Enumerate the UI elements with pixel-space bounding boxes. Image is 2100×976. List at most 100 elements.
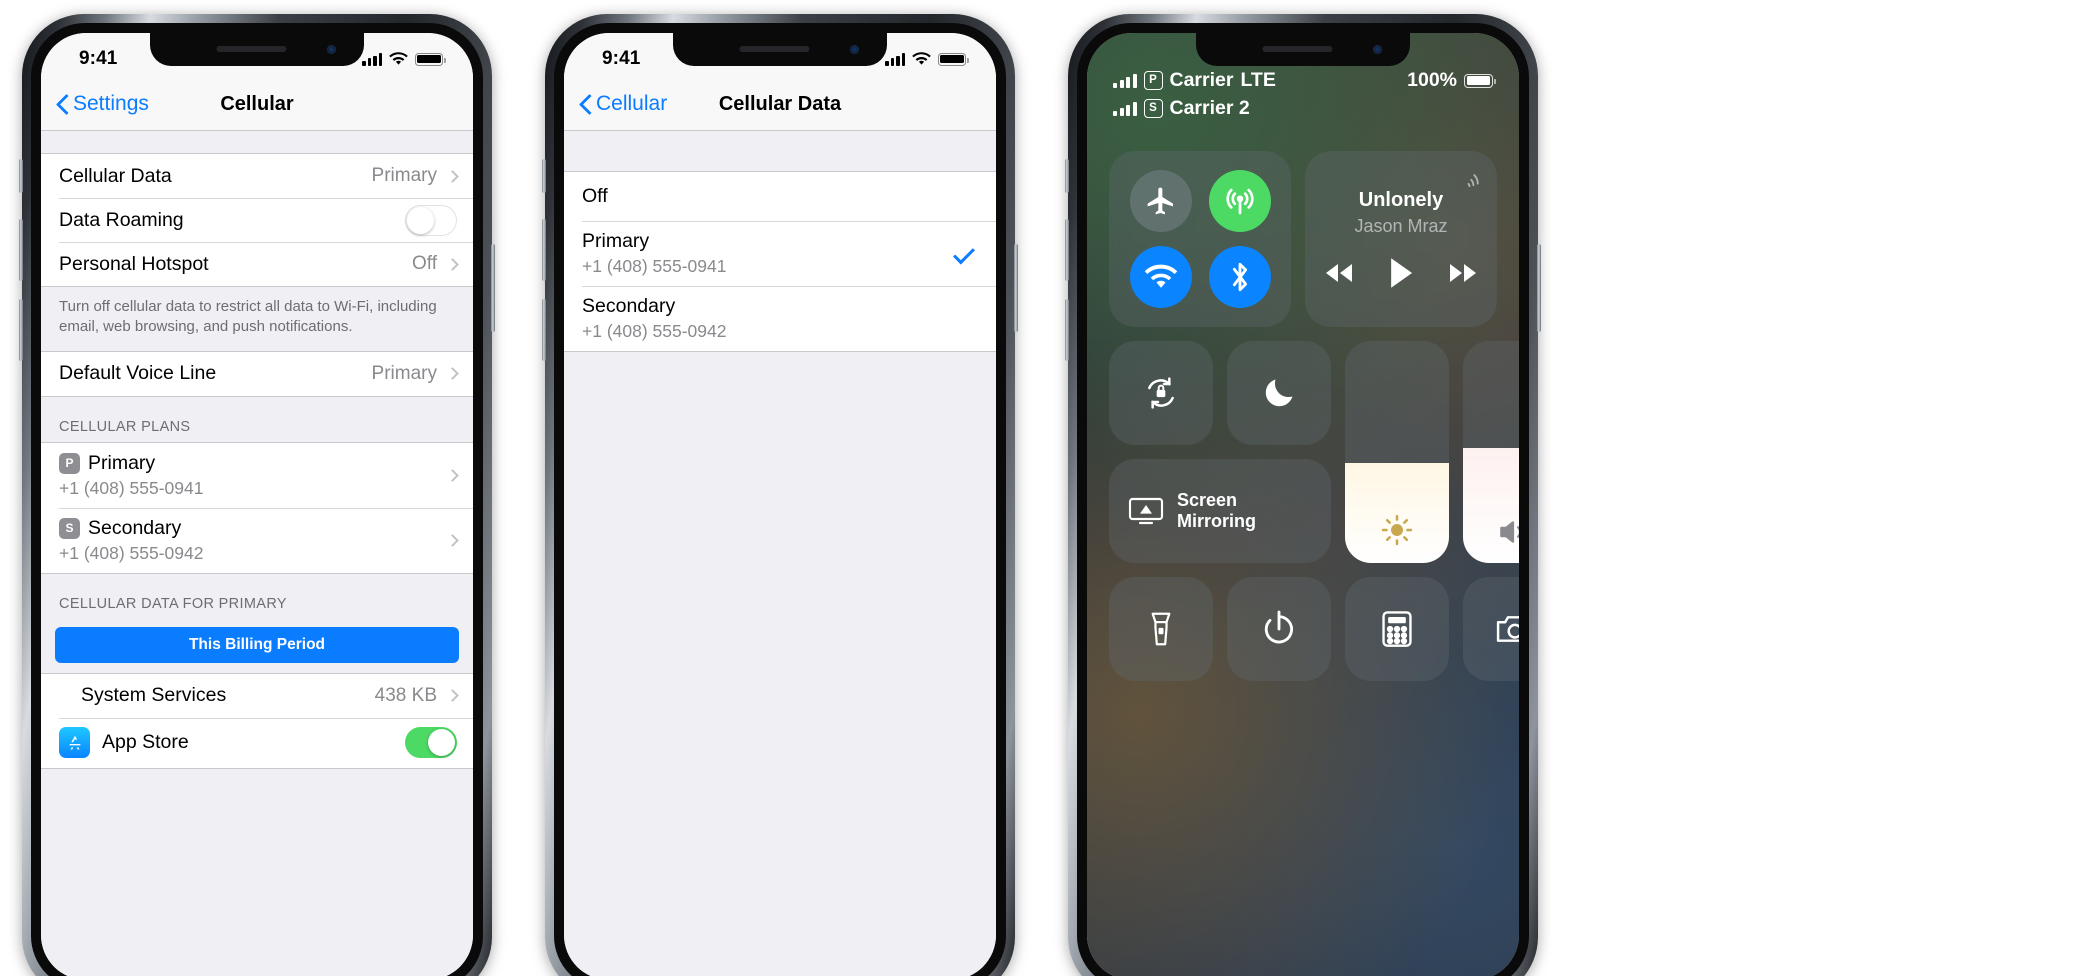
phone-bezel: 9:41 Cellular Cellular Data Off Primary … [554, 23, 1006, 976]
row-data-roaming[interactable]: Data Roaming [41, 198, 473, 242]
phone-control-center: P Carrier LTE S Carrier 2 100% Unlonely … [1065, 14, 1541, 976]
airplane-mode-icon[interactable] [1129, 170, 1192, 232]
mirroring-line-2: Mirroring [1177, 511, 1256, 531]
controls-left-column: Screen Mirroring [1109, 341, 1331, 563]
calculator-icon[interactable] [1345, 577, 1449, 681]
play-icon[interactable] [1387, 257, 1415, 289]
control-center-rows-2-3: Screen Mirroring [1109, 341, 1519, 563]
rotation-lock-icon[interactable] [1109, 341, 1213, 445]
now-playing-tile[interactable]: Unlonely Jason Mraz [1305, 151, 1497, 327]
plan-label: Primary [88, 451, 156, 474]
screen-control-center: P Carrier LTE S Carrier 2 100% Unlonely … [1087, 33, 1519, 976]
row-personal-hotspot[interactable]: Personal Hotspot Off [41, 242, 473, 286]
plan-name-row: S Secondary [59, 517, 204, 540]
group-default-voice-line: Default Voice Line Primary [41, 350, 473, 397]
group-data-options: Cellular Data Primary Data Roaming Perso… [41, 153, 473, 287]
carrier-line-primary: P Carrier LTE [1113, 69, 1276, 92]
chevron-right-icon [446, 257, 459, 271]
carrier-network: LTE [1240, 69, 1276, 91]
row-label: Personal Hotspot [59, 252, 209, 275]
settings-list[interactable]: Cellular Data Primary Data Roaming Perso… [41, 131, 473, 976]
control-center-grid: Unlonely Jason Mraz Screen Mirroring [1109, 151, 1519, 960]
battery-full-icon [1464, 73, 1496, 88]
app-store-icon [59, 727, 90, 759]
sim-badge-secondary-icon: S [59, 517, 80, 539]
option-label: Secondary [582, 295, 676, 317]
row-label: App Store [102, 731, 189, 754]
control-center-row-1: Unlonely Jason Mraz [1109, 151, 1497, 327]
group-data-line-options: Off Primary +1 (408) 555-0941 Secondary … [564, 171, 996, 352]
back-button-label: Settings [73, 92, 149, 115]
fast-forward-icon[interactable] [1443, 260, 1483, 286]
status-bar: 9:41 [41, 33, 473, 79]
control-center-status-bar: P Carrier LTE S Carrier 2 100% [1087, 69, 1519, 120]
back-button-settings[interactable]: Settings [57, 92, 149, 116]
cellular-data-icon[interactable] [1208, 170, 1271, 232]
group-data-usage: System Services 438 KB App Store [41, 672, 473, 769]
row-label: System Services [81, 684, 227, 707]
row-cellular-data[interactable]: Cellular Data Primary [41, 154, 473, 198]
option-row-primary[interactable]: Primary +1 (408) 555-0941 [564, 221, 996, 286]
chevron-left-icon [580, 94, 592, 115]
app-store-toggle[interactable] [405, 727, 457, 759]
flashlight-icon[interactable] [1109, 577, 1213, 681]
phone-cellular-data: 9:41 Cellular Cellular Data Off Primary … [542, 14, 1018, 976]
row-label: Cellular Data [59, 164, 172, 187]
back-button-label: Cellular [596, 92, 668, 115]
phone-bezel: 9:41 Settings Cellular Cellular Data Pri… [31, 23, 483, 976]
plan-name-row: P Primary [59, 452, 204, 475]
row-app-store[interactable]: App Store [41, 717, 473, 768]
option-label: Primary [582, 230, 650, 252]
plan-row-primary[interactable]: P Primary +1 (408) 555-0941 [41, 442, 473, 508]
row-value: Primary [371, 165, 437, 186]
screen-mirroring-icon[interactable]: Screen Mirroring [1109, 459, 1331, 563]
phone-cellular-settings: 9:41 Settings Cellular Cellular Data Pri… [19, 14, 495, 976]
do-not-disturb-icon[interactable] [1227, 341, 1331, 445]
camera-icon[interactable] [1463, 577, 1519, 681]
screenshot-stage: 9:41 Settings Cellular Cellular Data Pri… [0, 0, 2100, 976]
row-default-voice-line[interactable]: Default Voice Line Primary [41, 351, 473, 396]
row-value: Primary [371, 362, 437, 384]
wifi-icon[interactable] [1129, 246, 1192, 308]
timer-icon[interactable] [1227, 577, 1331, 681]
this-billing-period-button[interactable]: This Billing Period [55, 626, 459, 663]
chevron-right-icon [446, 534, 459, 547]
battery-full-icon [938, 52, 969, 66]
chevron-right-icon [446, 689, 459, 703]
group-cellular-plans: P Primary +1 (408) 555-0941 S Secondary … [41, 441, 473, 574]
volume-slider[interactable] [1463, 341, 1519, 563]
media-transport-controls [1319, 257, 1483, 289]
brightness-icon [1345, 513, 1449, 547]
phone-bezel: P Carrier LTE S Carrier 2 100% Unlonely … [1077, 23, 1529, 976]
chevron-left-icon [57, 94, 69, 115]
screen-mirroring-label: Screen Mirroring [1177, 490, 1256, 531]
front-camera-icon [1373, 45, 1382, 54]
plan-row-secondary[interactable]: S Secondary +1 (408) 555-0942 [41, 507, 473, 573]
back-button-cellular[interactable]: Cellular [580, 92, 667, 116]
option-row-off[interactable]: Off [564, 172, 996, 221]
screen-cellular-settings: 9:41 Settings Cellular Cellular Data Pri… [41, 33, 473, 976]
wifi-icon [912, 52, 931, 65]
brightness-slider[interactable] [1345, 341, 1449, 563]
airplay-icon[interactable] [1455, 165, 1481, 187]
now-playing-track: Unlonely [1358, 189, 1444, 211]
sim-badge-secondary-icon: S [1143, 99, 1163, 118]
notch [1196, 33, 1410, 66]
screen-cellular-data: 9:41 Cellular Cellular Data Off Primary … [564, 33, 996, 976]
option-label: Off [582, 185, 608, 207]
row-label: Default Voice Line [59, 362, 217, 385]
cellular-data-footnote: Turn off cellular data to restrict all d… [41, 287, 473, 351]
bluetooth-icon[interactable] [1208, 246, 1271, 308]
control-center-background: P Carrier LTE S Carrier 2 100% Unlonely … [1087, 33, 1519, 976]
list-top-gap [564, 131, 996, 171]
rewind-icon[interactable] [1319, 260, 1359, 286]
plan-label: Secondary [88, 516, 182, 539]
option-number: +1 (408) 555-0942 [582, 321, 727, 341]
wifi-icon [389, 52, 408, 65]
row-system-services[interactable]: System Services 438 KB [41, 673, 473, 718]
cellular-data-options-list[interactable]: Off Primary +1 (408) 555-0941 Secondary … [564, 131, 996, 976]
connectivity-tile[interactable] [1109, 151, 1291, 327]
data-roaming-toggle[interactable] [405, 204, 457, 236]
option-row-secondary[interactable]: Secondary +1 (408) 555-0942 [564, 286, 996, 351]
chevron-right-icon [446, 169, 459, 183]
